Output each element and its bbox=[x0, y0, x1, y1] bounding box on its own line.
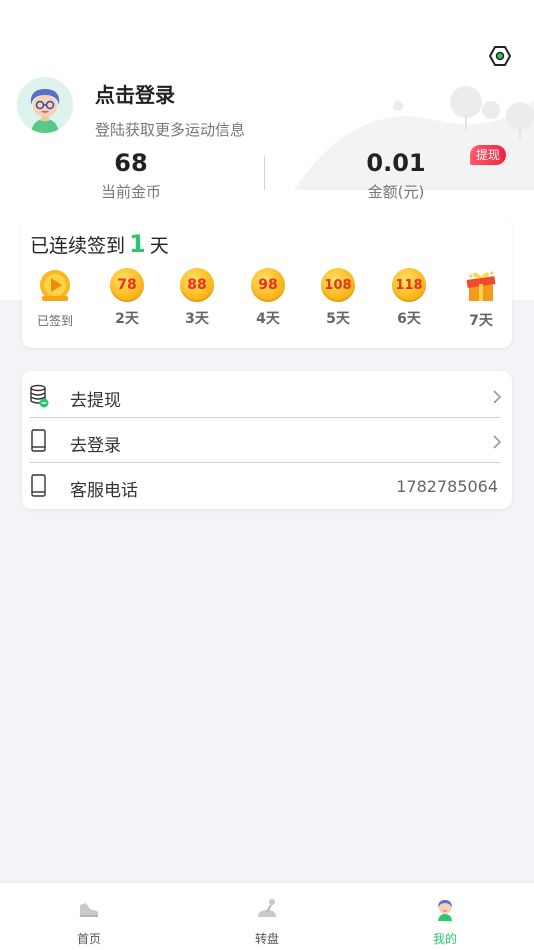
menu-withdraw-label: 去提现 bbox=[70, 391, 121, 411]
coins-stat: 68 当前金币 bbox=[31, 146, 231, 202]
chevron-right-icon bbox=[493, 390, 502, 404]
bottom-tab-bar: 首页 转盘 我的 bbox=[0, 882, 534, 950]
checkin-day-7[interactable]: 7天 bbox=[453, 268, 509, 330]
coin-icon: 78 bbox=[110, 268, 144, 302]
checkin-day-1[interactable]: 已签到 bbox=[27, 268, 83, 329]
checkin-day-label: 3天 bbox=[185, 311, 209, 327]
amount-stat: 0.01 金额(元) bbox=[296, 146, 496, 202]
phone-icon bbox=[31, 474, 46, 497]
tab-mine[interactable]: 我的 bbox=[395, 897, 495, 947]
phone-icon bbox=[31, 429, 46, 452]
checkin-day-label: 6天 bbox=[397, 311, 421, 327]
withdraw-badge[interactable]: 提现 bbox=[470, 145, 507, 165]
stats-divider bbox=[264, 156, 265, 190]
checkin-day-label: 2天 bbox=[115, 311, 139, 327]
settings-hexagon-icon bbox=[489, 46, 511, 66]
checkin-day-label: 4天 bbox=[256, 311, 280, 327]
play-coin-icon bbox=[40, 270, 70, 301]
coin-icon: 98 bbox=[251, 268, 285, 302]
menu-service-label: 客服电话 bbox=[70, 481, 138, 501]
checkin-card: 已连续签到 1 天 已签到 78 2天 88 3天 98 4天 108 5天 1… bbox=[22, 218, 512, 348]
tab-wheel-label: 转盘 bbox=[254, 932, 279, 946]
checkin-day-label: 5天 bbox=[326, 311, 350, 327]
menu-login[interactable]: 去登录 bbox=[22, 418, 512, 463]
sneaker-icon bbox=[79, 903, 99, 917]
tab-mine-label: 我的 bbox=[432, 932, 457, 946]
checkin-day-4[interactable]: 98 4天 bbox=[240, 268, 296, 328]
checkin-title: 已连续签到 1 天 bbox=[30, 230, 169, 258]
login-subtitle: 登陆获取更多运动信息 bbox=[95, 121, 246, 139]
coin-icon: 108 bbox=[321, 268, 355, 302]
coins-value: 68 bbox=[114, 149, 148, 177]
coin-icon: 88 bbox=[180, 268, 214, 302]
checkin-day-label: 7天 bbox=[469, 313, 493, 329]
service-phone-number: 1782785064 bbox=[396, 477, 498, 496]
checkin-suffix: 天 bbox=[149, 235, 169, 257]
menu-login-label: 去登录 bbox=[70, 436, 121, 456]
chevron-right-icon bbox=[493, 435, 502, 449]
avatar[interactable] bbox=[17, 77, 73, 133]
coins-label: 当前金币 bbox=[100, 183, 161, 201]
database-coin-icon bbox=[30, 384, 49, 408]
login-title[interactable]: 点击登录 bbox=[95, 79, 175, 108]
menu-withdraw[interactable]: 去提现 bbox=[22, 373, 512, 418]
menu-customer-service[interactable]: 客服电话 1782785064 bbox=[22, 463, 512, 508]
coin-icon: 118 bbox=[392, 268, 426, 302]
menu-card: 去提现 去登录 客服电话 1782785064 bbox=[22, 371, 512, 509]
tab-home[interactable]: 首页 bbox=[39, 897, 139, 947]
checkin-day-6[interactable]: 118 6天 bbox=[381, 268, 437, 328]
checkin-day-5[interactable]: 108 5天 bbox=[310, 268, 366, 328]
amount-value: 0.01 bbox=[366, 149, 426, 177]
amount-label: 金额(元) bbox=[367, 183, 425, 201]
tab-wheel[interactable]: 转盘 bbox=[217, 897, 317, 947]
tab-home-label: 首页 bbox=[76, 932, 101, 946]
checkin-day-2[interactable]: 78 2天 bbox=[99, 268, 155, 328]
user-avatar-icon bbox=[17, 77, 73, 133]
joystick-icon bbox=[258, 899, 276, 917]
checkin-days-count: 1 bbox=[129, 230, 146, 258]
checkin-day-label: 已签到 bbox=[36, 314, 73, 328]
checkin-prefix: 已连续签到 bbox=[30, 235, 126, 257]
gift-box-icon bbox=[466, 271, 496, 301]
settings-button[interactable] bbox=[486, 42, 514, 70]
checkin-day-3[interactable]: 88 3天 bbox=[169, 268, 225, 328]
user-avatar-icon bbox=[438, 900, 452, 921]
